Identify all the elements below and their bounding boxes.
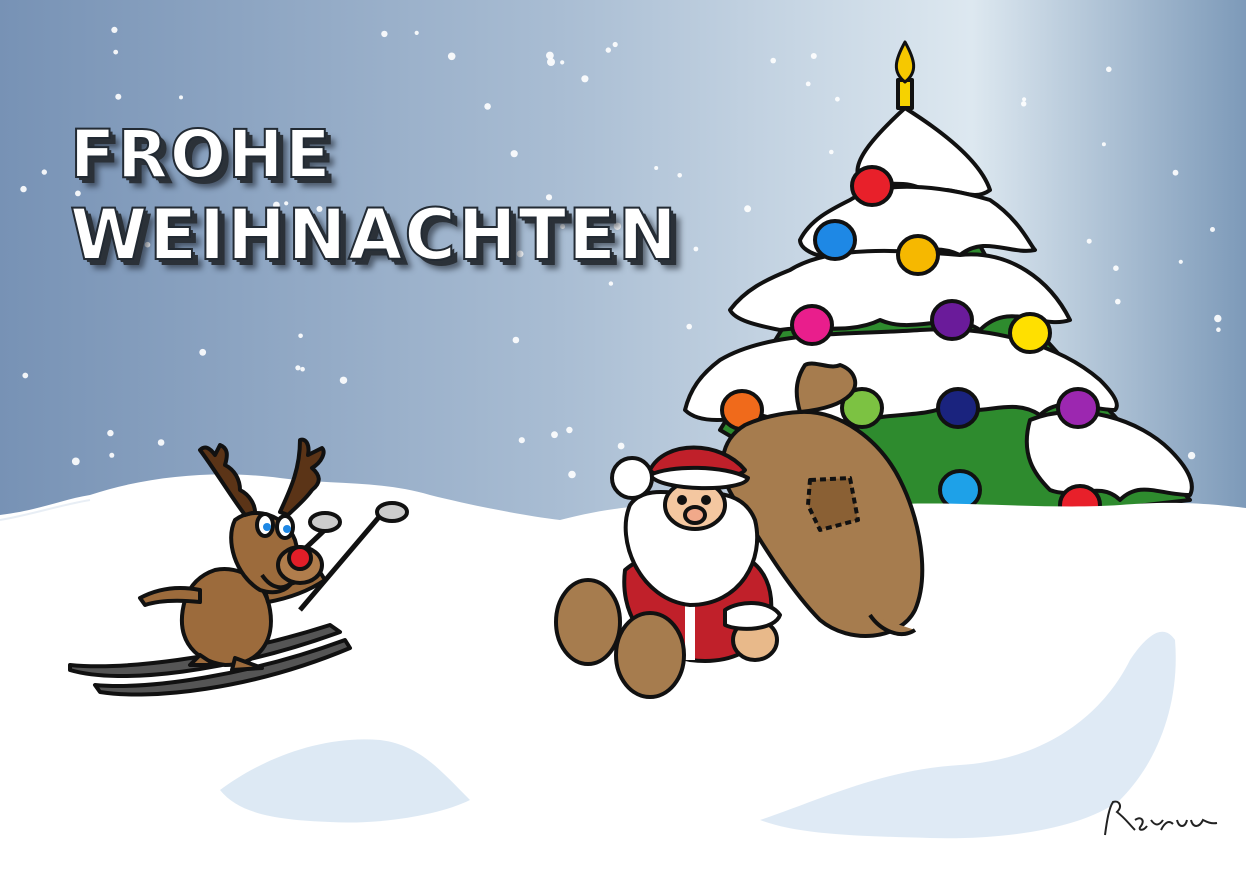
snowflake <box>414 30 419 35</box>
snowflake <box>111 26 118 33</box>
snowflake <box>109 452 115 458</box>
snowflake <box>805 81 811 87</box>
snowflake <box>1113 265 1119 272</box>
snowflake <box>71 457 80 466</box>
snowflake <box>693 246 699 252</box>
greeting-heading: FROHE WEIHNACHTEN <box>69 116 679 277</box>
christmas-card: FROHE WEIHNACHTEN <box>0 0 1246 875</box>
snowflake <box>1214 314 1222 323</box>
snowflake <box>1115 298 1121 305</box>
snowflake <box>1022 97 1027 102</box>
snowflake <box>20 185 27 193</box>
snowflake <box>686 323 692 330</box>
snowflake <box>1210 227 1215 232</box>
snowflake <box>115 93 122 100</box>
snowflake <box>1106 66 1112 73</box>
tree-ornament <box>813 219 857 261</box>
snowflake <box>1187 451 1196 460</box>
snowflake <box>107 429 114 437</box>
snowflake <box>1172 169 1179 176</box>
tree-ornament <box>896 234 940 276</box>
snowflake <box>1021 101 1027 107</box>
snowflake <box>568 470 576 479</box>
snowflake <box>1086 238 1092 244</box>
snowflake <box>1216 327 1221 333</box>
tree-ornament <box>790 304 834 346</box>
snowflake <box>810 53 817 59</box>
snowflake <box>298 333 303 339</box>
tree-ornament <box>936 387 980 429</box>
tree-ornament <box>1008 312 1052 354</box>
snowflake <box>608 281 614 286</box>
snowflake <box>566 426 573 434</box>
snowflake <box>835 96 840 102</box>
snowflake <box>744 205 752 213</box>
snowflake <box>300 366 305 372</box>
snowflake <box>41 169 47 175</box>
snowflake <box>179 95 183 100</box>
tree-ornament <box>930 299 974 341</box>
snowflake <box>447 52 456 61</box>
snowflake <box>546 51 554 60</box>
snowflake <box>612 41 618 48</box>
snowflake <box>518 437 525 444</box>
snowflake <box>1178 259 1183 264</box>
snowflake <box>770 57 776 64</box>
snowflake <box>484 103 491 110</box>
tree-ornament <box>1056 387 1100 429</box>
tree-ornament <box>850 165 894 207</box>
artist-signature <box>1104 800 1218 836</box>
snowflake <box>617 442 625 450</box>
snowflake <box>560 60 565 65</box>
snowflake <box>581 75 589 83</box>
snowflake <box>22 372 29 379</box>
greeting-line-1: FROHE <box>69 116 333 193</box>
snowflake <box>1101 142 1106 147</box>
snowflake <box>512 336 520 344</box>
snowflake <box>157 439 165 446</box>
snowflake <box>381 30 388 38</box>
snowflake <box>829 149 834 155</box>
snowflake <box>295 365 301 371</box>
snowflake <box>199 348 207 356</box>
greeting-line-2: WEIHNACHTEN <box>69 194 679 277</box>
snowflake <box>605 47 611 53</box>
snowflake <box>113 49 119 55</box>
tree-ornament <box>938 469 982 511</box>
snowflake <box>551 431 558 439</box>
snowflake <box>339 376 348 384</box>
